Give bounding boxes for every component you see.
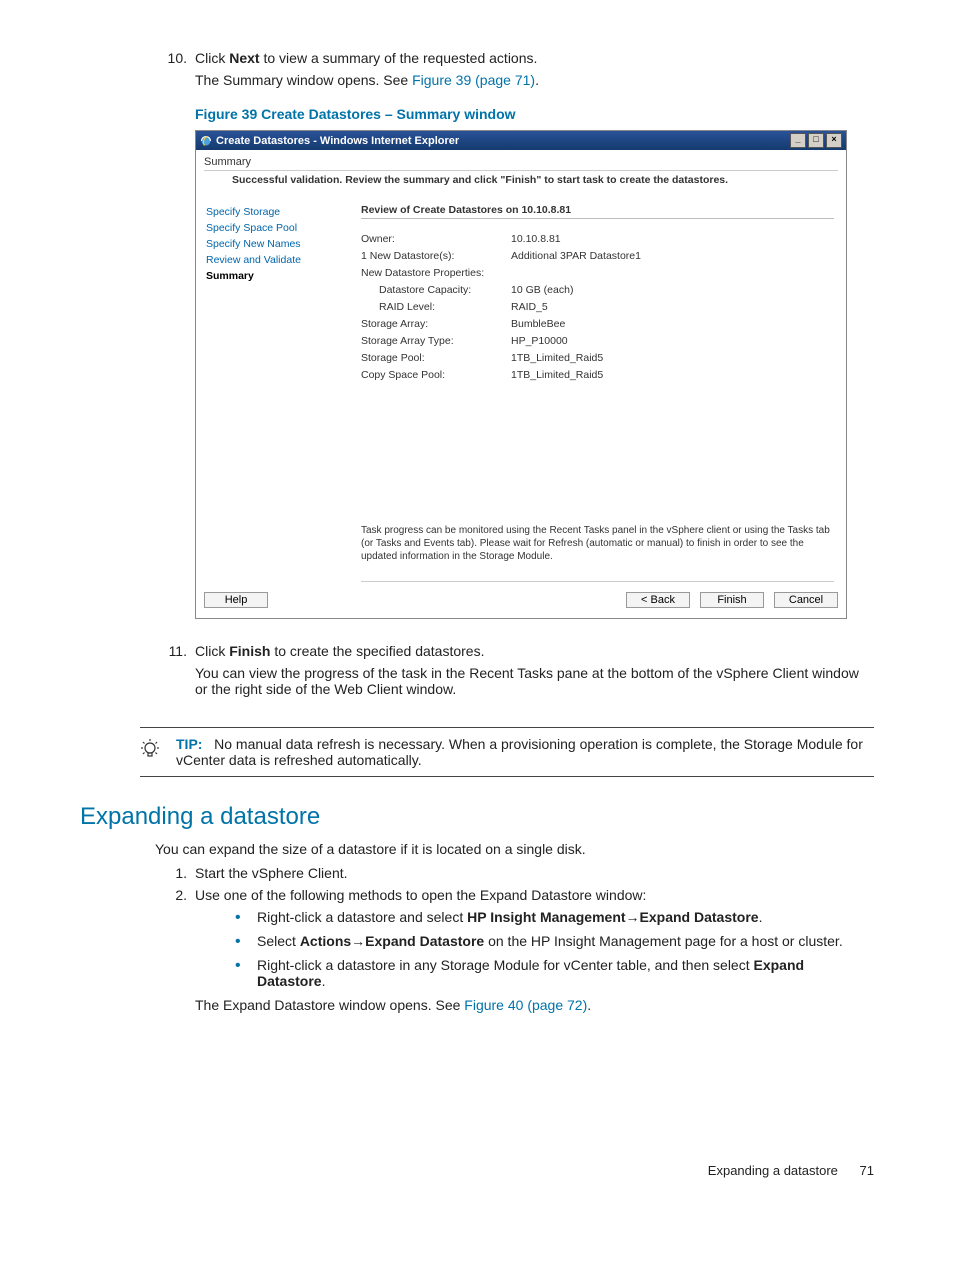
wizard-main: Review of Create Datastores on 10.10.8.8… (361, 204, 838, 582)
expand-step-1: 1. Start the vSphere Client. (155, 865, 874, 881)
figure-40-link[interactable]: Figure 40 (page 72) (464, 997, 587, 1013)
ordered-steps: 10. Click Next to view a summary of the … (155, 50, 874, 88)
expand-steps: 1. Start the vSphere Client. 2. Use one … (155, 865, 874, 1013)
ie-icon (200, 135, 212, 147)
step-number: 10. (155, 50, 187, 66)
wizard-subtitle: Summary (204, 156, 838, 171)
minimize-button[interactable]: _ (790, 133, 806, 148)
create-datastores-window: Create Datastores - Windows Internet Exp… (195, 130, 847, 619)
step-text: Click Finish to create the specified dat… (195, 643, 874, 659)
close-button[interactable]: × (826, 133, 842, 148)
help-button[interactable]: Help (204, 592, 268, 608)
review-title: Review of Create Datastores on 10.10.8.8… (361, 204, 834, 219)
window-title: Create Datastores - Windows Internet Exp… (216, 135, 459, 147)
step-number: 2. (155, 887, 187, 903)
ordered-steps-cont: 11. Click Finish to create the specified… (155, 643, 874, 697)
tip-text: TIP: No manual data refresh is necessary… (176, 736, 874, 768)
kv-row: Copy Space Pool:1TB_Limited_Raid5 (361, 367, 834, 384)
expand-opens: The Expand Datastore window opens. See F… (195, 997, 874, 1013)
window-controls: _ □ × (790, 133, 842, 148)
nav-specify-storage[interactable]: Specify Storage (206, 204, 361, 220)
tip-icon (140, 736, 162, 768)
step-number: 1. (155, 865, 187, 881)
wizard-description: Successful validation. Review the summar… (204, 172, 838, 204)
kv-row: 1 New Datastore(s):Additional 3PAR Datas… (361, 248, 834, 265)
window-titlebar: Create Datastores - Windows Internet Exp… (196, 131, 846, 150)
figure-39-caption: Figure 39 Create Datastores – Summary wi… (195, 106, 874, 122)
nav-specify-new-names[interactable]: Specify New Names (206, 236, 361, 252)
kv-row: Datastore Capacity:10 GB (each) (361, 282, 834, 299)
step-subtext: The Summary window opens. See Figure 39 … (195, 72, 874, 88)
expanding-datastore-heading: Expanding a datastore (80, 803, 874, 831)
list-item: Right-click a datastore and select HP In… (235, 909, 874, 925)
expand-step-2: 2. Use one of the following methods to o… (155, 887, 874, 1013)
wizard-note: Task progress can be monitored using the… (361, 524, 834, 582)
finish-button[interactable]: Finish (700, 592, 764, 608)
nav-specify-space-pool[interactable]: Specify Space Pool (206, 220, 361, 236)
window-body: Summary Successful validation. Review th… (196, 150, 846, 582)
step-10: 10. Click Next to view a summary of the … (155, 50, 874, 88)
kv-row: Storage Array Type:HP_P10000 (361, 333, 834, 350)
kv-row: Owner:10.10.8.81 (361, 231, 834, 248)
list-item: Select Actions→Expand Datastore on the H… (235, 933, 874, 949)
step-subtext: You can view the progress of the task in… (195, 665, 874, 697)
tip-label: TIP: (176, 736, 202, 752)
tip-block: TIP: No manual data refresh is necessary… (140, 727, 874, 777)
expand-methods-list: Right-click a datastore and select HP In… (235, 909, 874, 989)
figure-39-link[interactable]: Figure 39 (page 71) (412, 72, 535, 88)
maximize-button[interactable]: □ (808, 133, 824, 148)
step-text: Click Next to view a summary of the requ… (195, 50, 874, 66)
expand-intro: You can expand the size of a datastore i… (155, 841, 874, 857)
step-text: Start the vSphere Client. (195, 865, 874, 881)
cancel-button[interactable]: Cancel (774, 592, 838, 608)
kv-row: RAID Level:RAID_5 (361, 299, 834, 316)
page-content: 10. Click Next to view a summary of the … (0, 0, 954, 1198)
footer-text: Expanding a datastore (708, 1163, 838, 1178)
page-footer: Expanding a datastore 71 (80, 1163, 874, 1178)
nav-review-validate[interactable]: Review and Validate (206, 252, 361, 268)
step-text: Use one of the following methods to open… (195, 887, 874, 903)
step-number: 11. (155, 643, 187, 659)
kv-row: Storage Array:BumbleBee (361, 316, 834, 333)
wizard-nav: Specify Storage Specify Space Pool Speci… (204, 204, 361, 582)
window-button-bar: Help < Back Finish Cancel (196, 582, 846, 618)
list-item: Right-click a datastore in any Storage M… (235, 957, 874, 989)
back-button[interactable]: < Back (626, 592, 690, 608)
nav-summary[interactable]: Summary (206, 268, 361, 284)
step-11: 11. Click Finish to create the specified… (155, 643, 874, 697)
kv-row: Storage Pool:1TB_Limited_Raid5 (361, 350, 834, 367)
kv-row: New Datastore Properties: (361, 265, 834, 282)
footer-page-number: 71 (860, 1163, 874, 1178)
